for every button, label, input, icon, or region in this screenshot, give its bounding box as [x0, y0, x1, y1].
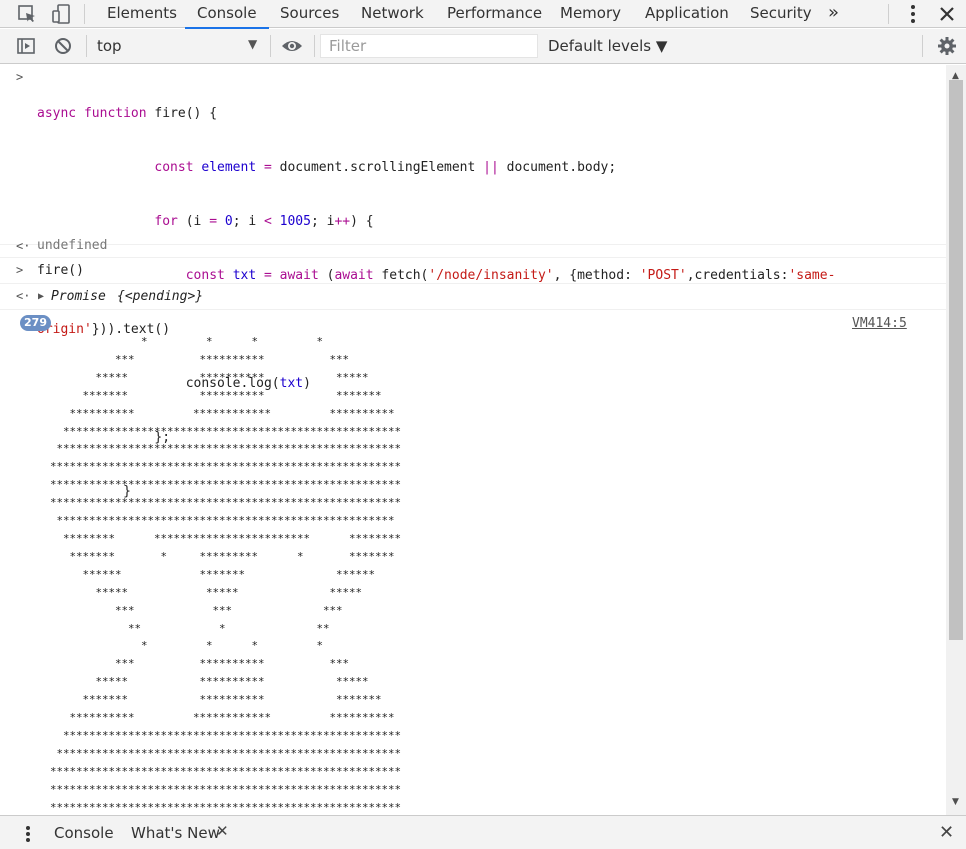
scroll-down-arrow-icon[interactable]: ▼ — [952, 797, 959, 807]
close-devtools-icon[interactable] — [936, 3, 958, 25]
clear-console-icon[interactable] — [53, 36, 73, 56]
result-return-icon: <· — [16, 289, 31, 303]
console-input-entry: > fire() — [0, 259, 946, 284]
tab-elements[interactable]: Elements — [107, 0, 177, 28]
toolbar-divider — [84, 4, 85, 24]
console-output[interactable]: > async function fire() { const element … — [0, 65, 946, 815]
toolbar-divider — [922, 35, 923, 57]
code-line: const element = document.scrollingElemen… — [154, 160, 617, 175]
promise-label[interactable]: Promise — [51, 288, 106, 306]
console-result-entry: <· undefined — [0, 235, 946, 258]
gear-icon[interactable] — [937, 36, 957, 56]
tab-memory[interactable]: Memory — [560, 0, 621, 28]
result-return-icon: <· — [16, 239, 31, 253]
toolbar-divider — [314, 35, 315, 57]
log-output-ascii-art: * * * * *** ********** *** ***** *******… — [50, 335, 402, 814]
scrollbar-thumb[interactable] — [949, 80, 963, 640]
sidebar-toggle-icon[interactable] — [16, 36, 36, 56]
drawer-tab-bar: Console What's New ✕ ✕ — [0, 815, 966, 849]
repeat-count-badge: 279 — [20, 315, 51, 331]
inspect-element-icon[interactable] — [16, 3, 38, 25]
live-expression-eye-icon[interactable] — [281, 37, 303, 55]
input-command: fire() — [37, 263, 84, 278]
filter-input[interactable] — [320, 34, 538, 58]
code-line: for (i = 0; i < 1005; i++) { — [154, 214, 374, 229]
close-tab-icon[interactable]: ✕ — [216, 822, 229, 840]
console-scrollbar[interactable]: ▲ ▼ — [946, 65, 966, 815]
kebab-menu-icon[interactable] — [902, 3, 924, 25]
devtools-tab-bar: Elements Console Sources Network Perform… — [0, 0, 966, 29]
result-value: undefined — [37, 238, 108, 253]
tab-security[interactable]: Security — [750, 0, 812, 28]
toolbar-divider — [888, 4, 889, 24]
tab-application[interactable]: Application — [645, 0, 729, 28]
device-toolbar-icon[interactable] — [50, 3, 72, 25]
toolbar-divider — [270, 35, 271, 57]
drawer-tab-console[interactable]: Console — [54, 824, 114, 842]
console-result-entry: <· ▶ Promise {<pending>} — [0, 285, 946, 310]
drawer-tab-whats-new[interactable]: What's New — [131, 824, 220, 842]
expand-triangle-icon[interactable]: ▶ — [38, 288, 44, 306]
input-prompt-icon: > — [16, 263, 24, 277]
tab-network[interactable]: Network — [361, 0, 424, 28]
drawer-menu-icon[interactable] — [20, 825, 36, 843]
context-selector[interactable]: top — [97, 37, 122, 55]
source-link[interactable]: VM414:5 — [852, 316, 907, 331]
console-toolbar: top ▼ Default levels ▼ — [0, 29, 966, 64]
close-drawer-icon[interactable]: ✕ — [939, 822, 954, 843]
promise-state: {<pending>} — [117, 289, 204, 304]
console-input-entry: > async function fire() { const element … — [0, 65, 946, 499]
input-prompt-icon: > — [16, 70, 24, 84]
tab-performance[interactable]: Performance — [447, 0, 542, 28]
more-tabs-icon[interactable]: » — [828, 0, 839, 28]
log-levels-dropdown[interactable]: Default levels ▼ — [548, 37, 667, 55]
code-line: async function fire() { — [37, 106, 218, 121]
chevron-down-icon[interactable]: ▼ — [248, 37, 257, 51]
tab-console[interactable]: Console — [185, 0, 269, 29]
toolbar-divider — [86, 35, 87, 57]
tab-sources[interactable]: Sources — [280, 0, 339, 28]
